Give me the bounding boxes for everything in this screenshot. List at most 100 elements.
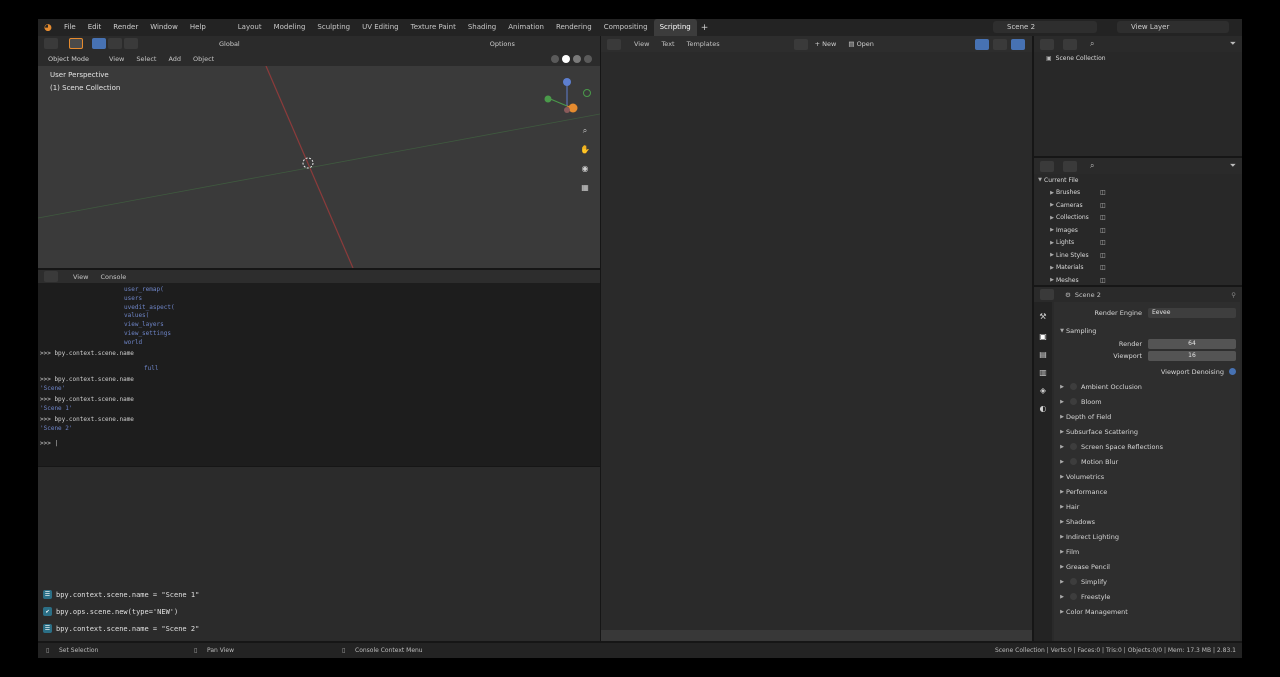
expand-icon[interactable]: ▶ (1058, 534, 1066, 540)
outliner-item-lights[interactable]: ▶ Lights ◫ (1034, 237, 1242, 250)
expand-icon[interactable]: ▶ (1048, 190, 1056, 196)
outliner-item-collections[interactable]: ▶ Collections ◫ (1034, 212, 1242, 225)
console-body[interactable]: user_remap(users uvedit_aspect(values(vie… (40, 286, 596, 464)
expand-icon[interactable]: ▶ (1058, 549, 1066, 555)
expand-icon[interactable]: ▶ (1058, 444, 1066, 450)
filter-icon[interactable]: ⏷ (1230, 161, 1236, 171)
info-row[interactable]: ✔ bpy.ops.scene.new(type='NEW') (38, 603, 600, 620)
tab-shading[interactable]: Shading (462, 19, 502, 36)
grid-view-icon[interactable]: ▦ (580, 183, 590, 193)
expand-icon[interactable]: ▼ (1036, 177, 1044, 183)
pan-hand-icon[interactable]: ✋ (580, 145, 590, 155)
search-icon[interactable]: ⌕ (1090, 39, 1094, 49)
syntax-highlight-icon[interactable] (1011, 38, 1025, 50)
expand-icon[interactable]: ▶ (1048, 215, 1056, 221)
collapse-icon[interactable]: ▼ (1058, 328, 1066, 334)
editor-type-icon[interactable] (44, 271, 58, 282)
tab-scripting[interactable]: Scripting (653, 19, 697, 36)
panel-toggle-checkbox[interactable] (1070, 578, 1077, 585)
text-menu-view[interactable]: View (628, 40, 655, 48)
panel-performance[interactable]: ▶ Performance (1054, 484, 1240, 499)
viewport-menu-select[interactable]: Select (130, 55, 162, 63)
tab-compositing[interactable]: Compositing (598, 19, 654, 36)
editor-type-icon[interactable] (1040, 289, 1054, 300)
expand-icon[interactable]: ▶ (1058, 459, 1066, 465)
editor-type-icon[interactable] (1040, 38, 1054, 50)
pin-icon[interactable]: ⚲ (1231, 291, 1236, 299)
console-prompt[interactable]: >>> | (40, 440, 596, 447)
expand-icon[interactable]: ▶ (1058, 384, 1066, 390)
line-numbers-icon[interactable] (975, 38, 989, 50)
text-menu-text[interactable]: Text (655, 40, 680, 48)
tab-texture-paint[interactable]: Texture Paint (405, 19, 462, 36)
viewport-denoising-checkbox[interactable] (1229, 368, 1236, 375)
new-text-button[interactable]: + New (815, 40, 837, 48)
expand-icon[interactable]: ▶ (1058, 399, 1066, 405)
panel-toggle-checkbox[interactable] (1070, 383, 1077, 390)
outliner-item-cameras[interactable]: ▶ Cameras ◫ (1034, 199, 1242, 212)
panel-freestyle[interactable]: ▶ Freestyle (1054, 589, 1240, 604)
expand-icon[interactable]: ▶ (1058, 504, 1066, 510)
outliner-item-images[interactable]: ▶ Images ◫ (1034, 224, 1242, 237)
output-tab-icon[interactable]: ▤ (1038, 350, 1048, 360)
expand-icon[interactable]: ▶ (1058, 564, 1066, 570)
info-row[interactable]: ☰ bpy.context.scene.name = "Scene 2" (38, 620, 600, 637)
expand-icon[interactable]: ▶ (1048, 227, 1056, 233)
rendered-shading-icon[interactable] (584, 54, 592, 63)
outliner-item-materials[interactable]: ▶ Materials ◫ (1034, 262, 1242, 275)
editor-type-icon[interactable] (1040, 160, 1054, 172)
view-layer-tab-icon[interactable]: ▥ (1038, 368, 1048, 378)
viewport-menu-object[interactable]: Object (187, 55, 220, 63)
panel-grease-pencil[interactable]: ▶ Grease Pencil (1054, 559, 1240, 574)
select-mode-extend-icon[interactable] (108, 38, 122, 49)
console-menu-console[interactable]: Console (94, 273, 132, 281)
expand-icon[interactable]: ▶ (1058, 474, 1066, 480)
options-menu[interactable]: Options (490, 40, 515, 48)
panel-film[interactable]: ▶ Film (1054, 544, 1240, 559)
mode-selector[interactable]: Object Mode (48, 55, 89, 63)
tab-animation[interactable]: Animation (502, 19, 550, 36)
blender-logo-icon[interactable]: ◕ (44, 23, 54, 33)
expand-icon[interactable]: ▶ (1058, 519, 1066, 525)
panel-color-management[interactable]: ▶ Color Management (1054, 604, 1240, 619)
scene-tab-icon[interactable]: ◈ (1038, 386, 1048, 396)
text-menu-templates[interactable]: Templates (681, 40, 726, 48)
tab-uv-editing[interactable]: UV Editing (356, 19, 405, 36)
editor-type-icon[interactable] (44, 38, 58, 49)
expand-icon[interactable]: ▶ (1048, 240, 1056, 246)
select-mode-subtract-icon[interactable] (124, 38, 138, 49)
render-engine-dropdown[interactable]: Eevee (1148, 307, 1236, 318)
menu-render[interactable]: Render (107, 19, 144, 36)
outliner-item-line-styles[interactable]: ▶ Line Styles ◫ (1034, 249, 1242, 262)
console-menu-view[interactable]: View (67, 273, 94, 281)
expand-icon[interactable]: ▶ (1058, 489, 1066, 495)
tab-layout[interactable]: Layout (232, 19, 268, 36)
outliner-item-brushes[interactable]: ▶ Brushes ◫ (1034, 187, 1242, 200)
expand-icon[interactable]: ▶ (1058, 594, 1066, 600)
panel-volumetrics[interactable]: ▶ Volumetrics (1054, 469, 1240, 484)
camera-view-icon[interactable]: ◉ (580, 164, 590, 174)
add-workspace-icon[interactable]: + (701, 23, 709, 33)
world-tab-icon[interactable]: ◐ (1038, 404, 1048, 414)
expand-icon[interactable]: ▶ (1058, 579, 1066, 585)
panel-simplify[interactable]: ▶ Simplify (1054, 574, 1240, 589)
select-mode-icon[interactable] (92, 38, 106, 49)
viewport-menu-view[interactable]: View (103, 55, 130, 63)
menu-edit[interactable]: Edit (82, 19, 108, 36)
tab-sculpting[interactable]: Sculpting (311, 19, 356, 36)
wireframe-shading-icon[interactable] (551, 54, 559, 63)
render-samples-field[interactable]: 64 (1148, 339, 1236, 349)
viewport-samples-field[interactable]: 16 (1148, 351, 1236, 361)
panel-depth-of-field[interactable]: ▶ Depth of Field (1054, 409, 1240, 424)
search-icon[interactable]: ⌕ (1090, 161, 1094, 171)
panel-screen-space-reflections[interactable]: ▶ Screen Space Reflections (1054, 439, 1240, 454)
info-row[interactable]: ☰ bpy.context.scene.name = "Scene 1" (38, 586, 600, 603)
panel-subsurface-scattering[interactable]: ▶ Subsurface Scattering (1054, 424, 1240, 439)
menu-window[interactable]: Window (144, 19, 184, 36)
panel-toggle-checkbox[interactable] (1070, 458, 1077, 465)
material-shading-icon[interactable] (573, 54, 581, 63)
panel-toggle-checkbox[interactable] (1070, 593, 1077, 600)
display-mode-icon[interactable] (1063, 38, 1077, 50)
scene-collection-row[interactable]: ▣ Scene Collection (1034, 52, 1242, 65)
panel-bloom[interactable]: ▶ Bloom (1054, 394, 1240, 409)
